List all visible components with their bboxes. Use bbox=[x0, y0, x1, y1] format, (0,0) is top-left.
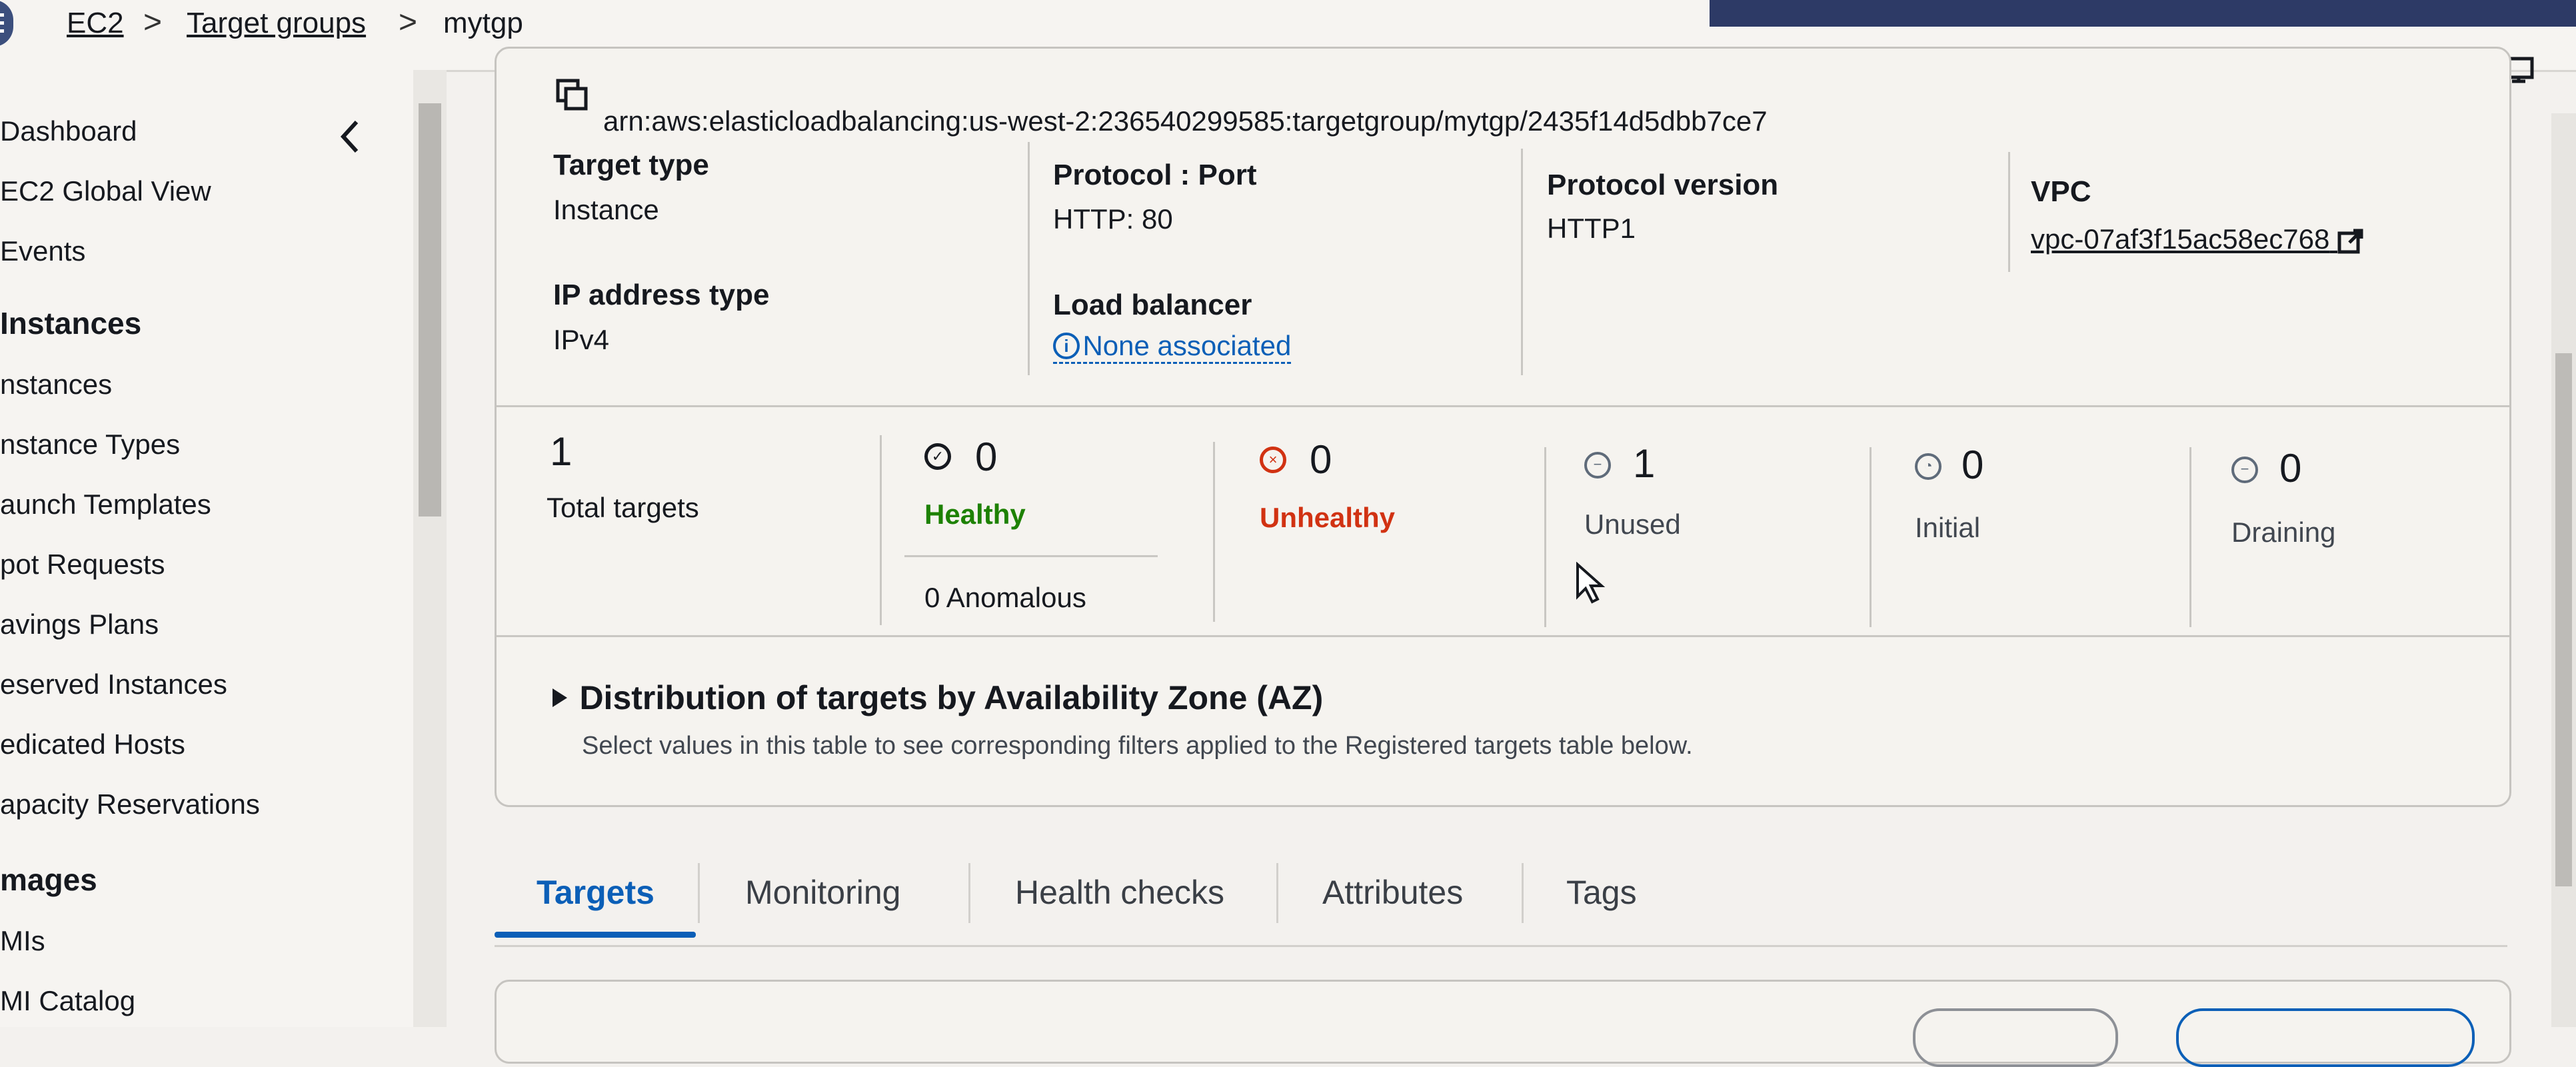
vpc-label: VPC bbox=[2031, 175, 2091, 208]
arn-value: arn:aws:elasticloadbalancing:us-west-2:2… bbox=[603, 105, 1768, 137]
divider bbox=[904, 555, 1158, 557]
unused-count[interactable]: 1 bbox=[1633, 441, 1655, 487]
target-group-details-panel: arn:aws:elasticloadbalancing:us-west-2:2… bbox=[495, 47, 2511, 807]
healthy-check-icon: ✓ bbox=[924, 443, 951, 470]
healthy-count[interactable]: 0 bbox=[975, 434, 997, 480]
tab-divider bbox=[698, 863, 700, 923]
sidebar-item-ami-catalog[interactable]: MI Catalog bbox=[0, 985, 135, 1017]
tab-monitoring[interactable]: Monitoring bbox=[745, 873, 900, 912]
divider bbox=[2008, 152, 2010, 272]
sidebar-item-instances[interactable]: nstances bbox=[0, 369, 112, 401]
divider bbox=[497, 405, 2509, 407]
info-icon: i bbox=[1053, 333, 1080, 359]
divider bbox=[1213, 442, 1215, 622]
unused-label[interactable]: Unused bbox=[1584, 509, 1681, 540]
draining-label[interactable]: Draining bbox=[2231, 517, 2335, 548]
sidebar-heading-images[interactable]: mages bbox=[0, 862, 97, 898]
action-button[interactable] bbox=[2176, 1008, 2475, 1067]
initial-label[interactable]: Initial bbox=[1915, 512, 1980, 544]
tab-tags[interactable]: Tags bbox=[1566, 873, 1637, 912]
caret-right-icon bbox=[553, 688, 567, 707]
anomalous-count[interactable]: 0 Anomalous bbox=[924, 582, 1086, 614]
sidebar-item-launch-templates[interactable]: aunch Templates bbox=[0, 489, 211, 521]
sidebar-item-global-view[interactable]: EC2 Global View bbox=[0, 175, 211, 207]
tab-attributes[interactable]: Attributes bbox=[1322, 873, 1463, 912]
tabs-baseline bbox=[495, 945, 2507, 947]
breadcrumb-separator: > bbox=[399, 5, 418, 40]
divider bbox=[2189, 447, 2191, 627]
unhealthy-x-icon: × bbox=[1260, 447, 1286, 473]
main-scrollbar[interactable] bbox=[2551, 113, 2576, 1027]
ip-address-type-value: IPv4 bbox=[553, 324, 610, 355]
unhealthy-label[interactable]: Unhealthy bbox=[1260, 502, 1395, 534]
tab-divider bbox=[1522, 863, 1524, 923]
breadcrumb-current: mytgp bbox=[443, 7, 523, 39]
unhealthy-count[interactable]: 0 bbox=[1310, 437, 1332, 483]
menu-icon[interactable] bbox=[0, 0, 13, 47]
collapse-sidebar-icon[interactable] bbox=[337, 117, 363, 157]
healthy-label[interactable]: Healthy bbox=[924, 499, 1026, 531]
target-type-value: Instance bbox=[553, 194, 659, 225]
protocol-version-value: HTTP1 bbox=[1547, 213, 1636, 244]
divider bbox=[1028, 142, 1030, 375]
load-balancer-info-link[interactable]: i None associated bbox=[1053, 330, 1292, 364]
mouse-cursor-icon bbox=[1576, 562, 1606, 604]
distribution-description: Select values in this table to see corre… bbox=[582, 732, 1693, 760]
scrollbar-thumb[interactable] bbox=[2555, 353, 2572, 886]
tab-targets[interactable]: Targets bbox=[537, 873, 654, 912]
registered-targets-panel bbox=[495, 980, 2511, 1067]
active-tab-indicator bbox=[495, 932, 696, 938]
copy-icon[interactable] bbox=[555, 78, 589, 111]
breadcrumb-target-groups[interactable]: Target groups bbox=[187, 7, 366, 40]
target-type-label: Target type bbox=[553, 149, 709, 181]
sidebar-item-reserved-instances[interactable]: eserved Instances bbox=[0, 668, 227, 700]
sidebar-item-events[interactable]: Events bbox=[0, 235, 85, 267]
draining-icon: − bbox=[2231, 457, 2258, 483]
sidebar-item-savings-plans[interactable]: avings Plans bbox=[0, 608, 159, 640]
sidebar-item-capacity-reservations[interactable]: apacity Reservations bbox=[0, 788, 260, 820]
console-header-strip bbox=[1710, 0, 2576, 27]
divider bbox=[497, 635, 2509, 637]
tab-divider bbox=[968, 863, 970, 923]
sidebar-heading-instances[interactable]: Instances bbox=[0, 305, 141, 341]
external-link-icon bbox=[2337, 229, 2363, 254]
scrollbar-thumb[interactable] bbox=[419, 103, 441, 517]
vpc-value: vpc-07af3f15ac58ec768 bbox=[2031, 223, 2330, 255]
unused-icon: − bbox=[1584, 452, 1611, 479]
draining-count[interactable]: 0 bbox=[2279, 445, 2301, 491]
initial-count[interactable]: 0 bbox=[1961, 442, 1983, 488]
distribution-expander[interactable]: Distribution of targets by Availability … bbox=[550, 678, 1323, 717]
action-button[interactable] bbox=[1913, 1008, 2118, 1067]
sidebar-item-dashboard[interactable]: Dashboard bbox=[0, 115, 137, 147]
initial-clock-icon: ◔ bbox=[1915, 453, 1941, 480]
divider bbox=[1870, 447, 1872, 627]
load-balancer-label: Load balancer bbox=[1053, 289, 1252, 321]
protocol-port-value: HTTP: 80 bbox=[1053, 203, 1173, 235]
total-targets-label: Total targets bbox=[547, 492, 699, 523]
sidebar-scrollbar[interactable] bbox=[413, 70, 447, 1027]
sidebar-item-instance-types[interactable]: nstance Types bbox=[0, 429, 180, 461]
tab-divider bbox=[1276, 863, 1278, 923]
protocol-port-label: Protocol : Port bbox=[1053, 159, 1257, 191]
breadcrumb-separator: > bbox=[143, 5, 163, 40]
protocol-version-label: Protocol version bbox=[1547, 169, 1779, 201]
divider bbox=[1544, 447, 1546, 627]
divider bbox=[880, 435, 882, 625]
divider bbox=[1521, 149, 1523, 375]
sidebar-item-amis[interactable]: MIs bbox=[0, 925, 45, 957]
load-balancer-value: None associated bbox=[1082, 330, 1292, 361]
breadcrumb-ec2[interactable]: EC2 bbox=[67, 7, 124, 40]
total-targets-count: 1 bbox=[550, 429, 573, 474]
distribution-title: Distribution of targets by Availability … bbox=[579, 679, 1324, 716]
sidebar-item-spot-requests[interactable]: pot Requests bbox=[0, 548, 165, 580]
ip-address-type-label: IP address type bbox=[553, 279, 770, 311]
sidebar: Dashboard EC2 Global View Events Instanc… bbox=[0, 70, 413, 1027]
sidebar-item-dedicated-hosts[interactable]: edicated Hosts bbox=[0, 728, 185, 760]
tab-health-checks[interactable]: Health checks bbox=[1015, 873, 1224, 912]
vpc-link[interactable]: vpc-07af3f15ac58ec768 bbox=[2031, 223, 2364, 255]
